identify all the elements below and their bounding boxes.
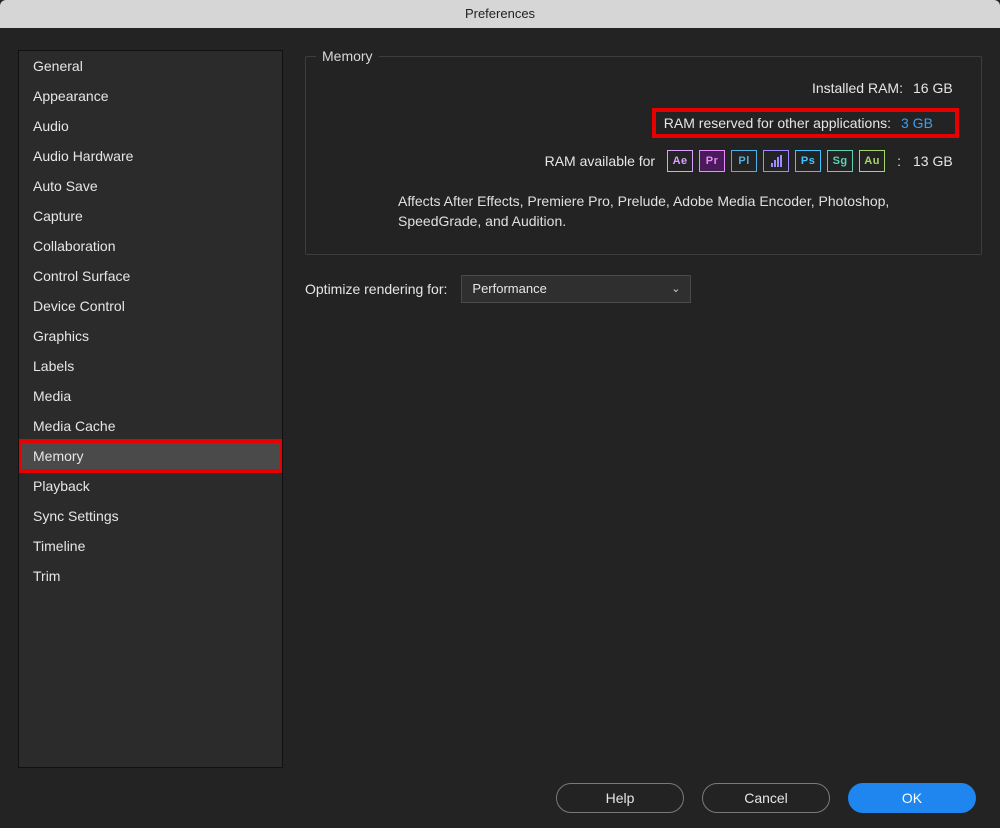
sidebar-item-capture[interactable]: Capture: [19, 201, 282, 231]
after-effects-icon: Ae: [667, 150, 693, 172]
sidebar-item-general[interactable]: General: [19, 51, 282, 81]
sidebar-item-control-surface[interactable]: Control Surface: [19, 261, 282, 291]
installed-ram-value: 16 GB: [913, 80, 959, 96]
available-ram-value: 13 GB: [913, 153, 959, 169]
optimize-value: Performance: [472, 281, 546, 296]
installed-ram-row: Installed RAM: 16 GB: [328, 75, 959, 101]
installed-ram-label: Installed RAM:: [812, 80, 903, 96]
premiere-pro-icon: Pr: [699, 150, 725, 172]
cancel-button[interactable]: Cancel: [702, 783, 830, 813]
speedgrade-icon: Sg: [827, 150, 853, 172]
sidebar-item-audio[interactable]: Audio: [19, 111, 282, 141]
window-body: GeneralAppearanceAudioAudio HardwareAuto…: [0, 28, 1000, 768]
preferences-sidebar: GeneralAppearanceAudioAudio HardwareAuto…: [18, 50, 283, 768]
available-ram-row: RAM available for Ae Pr Pl Ps Sg Au : 13…: [328, 145, 959, 177]
sidebar-item-device-control[interactable]: Device Control: [19, 291, 282, 321]
window-title: Preferences: [465, 6, 535, 21]
optimize-dropdown[interactable]: Performance ⌄: [461, 275, 691, 303]
optimize-row: Optimize rendering for: Performance ⌄: [305, 275, 982, 303]
audition-icon: Au: [859, 150, 885, 172]
sidebar-item-trim[interactable]: Trim: [19, 561, 282, 591]
ok-button[interactable]: OK: [848, 783, 976, 813]
sidebar-item-media[interactable]: Media: [19, 381, 282, 411]
app-icons: Ae Pr Pl Ps Sg Au: [667, 150, 885, 172]
reserved-ram-row: RAM reserved for other applications: 3 G…: [328, 101, 959, 145]
sidebar-item-memory[interactable]: Memory: [19, 441, 282, 471]
footer: Help Cancel OK: [0, 768, 1000, 828]
optimize-label: Optimize rendering for:: [305, 281, 447, 297]
sidebar-item-collaboration[interactable]: Collaboration: [19, 231, 282, 261]
main-panel: Memory Installed RAM: 16 GB RAM reserved…: [305, 50, 982, 768]
sidebar-item-timeline[interactable]: Timeline: [19, 531, 282, 561]
sidebar-item-audio-hardware[interactable]: Audio Hardware: [19, 141, 282, 171]
sidebar-item-sync-settings[interactable]: Sync Settings: [19, 501, 282, 531]
reserved-ram-label: RAM reserved for other applications:: [664, 115, 891, 131]
prelude-icon: Pl: [731, 150, 757, 172]
titlebar: Preferences: [0, 0, 1000, 28]
available-ram-label: RAM available for: [545, 153, 656, 169]
memory-fieldset: Memory Installed RAM: 16 GB RAM reserved…: [305, 56, 982, 255]
photoshop-icon: Ps: [795, 150, 821, 172]
sidebar-item-auto-save[interactable]: Auto Save: [19, 171, 282, 201]
affects-text: Affects After Effects, Premiere Pro, Pre…: [328, 191, 959, 232]
sidebar-item-appearance[interactable]: Appearance: [19, 81, 282, 111]
reserved-ram-highlight: RAM reserved for other applications: 3 G…: [652, 108, 959, 138]
sidebar-item-playback[interactable]: Playback: [19, 471, 282, 501]
memory-legend: Memory: [316, 48, 379, 64]
chevron-down-icon: ⌄: [671, 282, 680, 295]
help-button[interactable]: Help: [556, 783, 684, 813]
available-colon: :: [897, 153, 901, 169]
sidebar-item-media-cache[interactable]: Media Cache: [19, 411, 282, 441]
media-encoder-icon: [763, 150, 789, 172]
sidebar-item-labels[interactable]: Labels: [19, 351, 282, 381]
reserved-ram-value[interactable]: 3 GB: [901, 115, 947, 131]
sidebar-item-graphics[interactable]: Graphics: [19, 321, 282, 351]
